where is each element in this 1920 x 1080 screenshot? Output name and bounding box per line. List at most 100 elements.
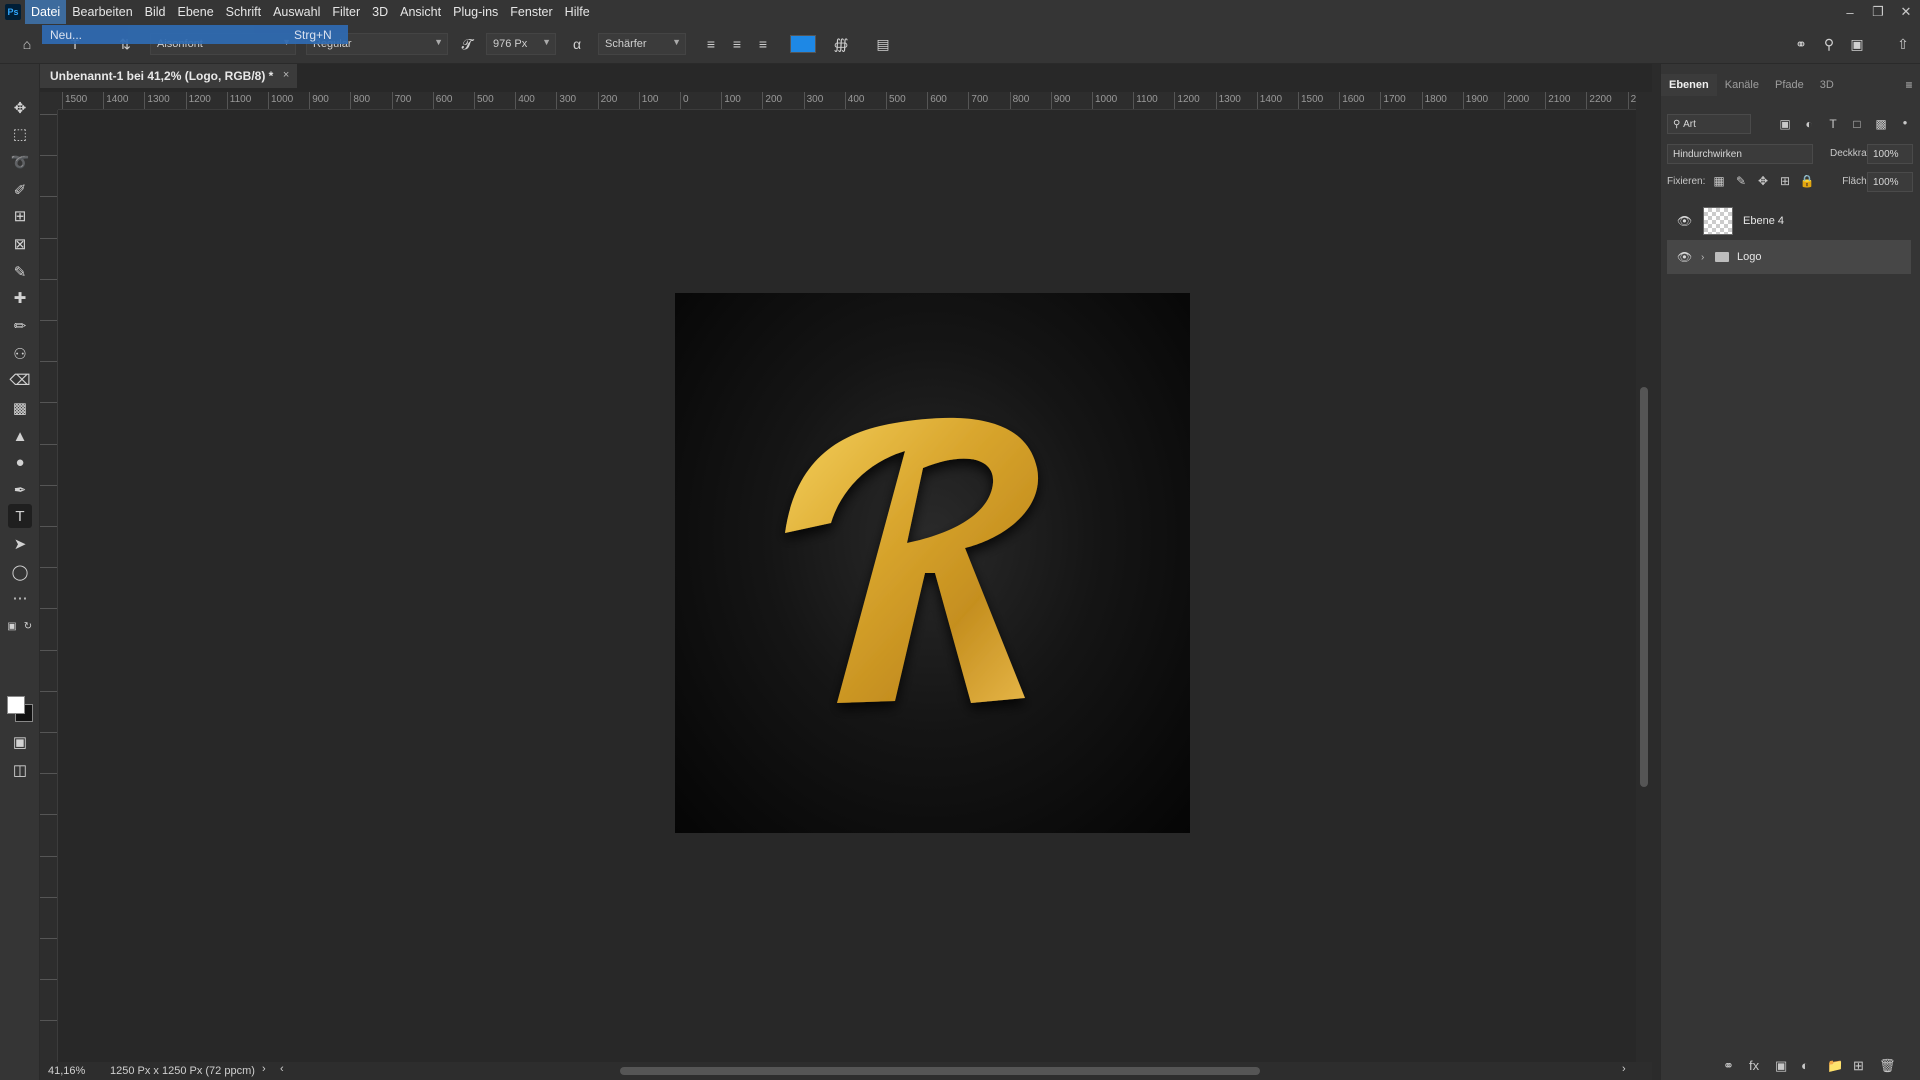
document-canvas[interactable] <box>675 293 1190 833</box>
screen-mode-icon[interactable]: ◫ <box>8 758 32 782</box>
eraser-tool-icon[interactable]: ⌫ <box>8 368 32 392</box>
zoom-level[interactable]: 41,16% <box>48 1065 85 1077</box>
close-window-icon[interactable]: ✕ <box>1892 0 1920 24</box>
default-colors-icon[interactable]: ▣ <box>4 614 20 638</box>
path-selection-tool-icon[interactable]: ➤ <box>8 532 32 556</box>
filter-pixel-icon[interactable]: ▣ <box>1777 116 1793 132</box>
lasso-tool-icon[interactable]: ➰ <box>8 150 32 174</box>
menu-filter[interactable]: Filter <box>326 0 366 24</box>
menu-hilfe[interactable]: Hilfe <box>559 0 596 24</box>
layer-style-icon[interactable]: fx <box>1749 1058 1759 1073</box>
ruler-tick <box>40 1020 57 1022</box>
add-mask-icon[interactable]: ▣ <box>1775 1058 1787 1074</box>
share-icon[interactable]: ⚭ <box>1790 33 1812 55</box>
tab-3d[interactable]: 3D <box>1812 74 1842 96</box>
layer-row-ebene-4[interactable]: 👁 Ebene 4 <box>1667 204 1911 238</box>
layer-filter-select[interactable]: ⚲ Art <box>1667 114 1751 134</box>
menu-bild[interactable]: Bild <box>139 0 172 24</box>
ruler-tick-label: 600 <box>435 94 453 105</box>
warp-text-icon[interactable]: ∰ <box>830 33 852 55</box>
vertical-scrollbar[interactable] <box>1636 92 1652 1062</box>
foreground-color-swatch[interactable] <box>7 696 25 714</box>
adjustment-layer-icon[interactable]: ◐ <box>1801 1058 1809 1073</box>
expand-group-icon[interactable]: › <box>1701 252 1704 263</box>
lock-position-icon[interactable]: ✥ <box>1755 173 1771 189</box>
opacity-input[interactable]: 100% <box>1867 144 1913 164</box>
visibility-eye-icon[interactable]: 👁 <box>1677 214 1692 228</box>
filter-toggle-icon[interactable]: ● <box>1897 114 1913 130</box>
filter-type-icon[interactable]: T <box>1825 116 1841 132</box>
new-group-icon[interactable]: 📁 <box>1827 1058 1843 1074</box>
visibility-eye-icon[interactable]: 👁 <box>1677 250 1692 264</box>
blur-tool-icon[interactable]: ▲ <box>8 424 32 448</box>
text-color-swatch[interactable] <box>790 35 816 53</box>
document-tab[interactable]: Unbenannt-1 bei 41,2% (Logo, RGB/8) * × <box>40 64 298 88</box>
lock-artboard-icon[interactable]: ⊞ <box>1777 173 1793 189</box>
brush-tool-icon[interactable]: ✏ <box>8 314 32 338</box>
menu-ebene[interactable]: Ebene <box>172 0 220 24</box>
search-icon[interactable]: ⚲ <box>1818 33 1840 55</box>
eyedropper-tool-icon[interactable]: ✎ <box>8 260 32 284</box>
align-left-icon[interactable]: ≡ <box>700 33 722 55</box>
more-tools-icon[interactable]: ⋯ <box>8 586 32 610</box>
scroll-left-icon[interactable]: ‹ <box>280 1063 284 1075</box>
ellipse-tool-icon[interactable]: ◯ <box>8 560 32 584</box>
fill-input[interactable]: 100% <box>1867 172 1913 192</box>
menu-plugins[interactable]: Plug-ins <box>447 0 504 24</box>
export-icon[interactable]: ⇧ <box>1892 33 1914 55</box>
lock-transparent-icon[interactable]: ▦ <box>1711 173 1727 189</box>
minimize-icon[interactable]: – <box>1836 0 1864 24</box>
menu-schrift[interactable]: Schrift <box>220 0 267 24</box>
antialias-select[interactable]: Schärfer ▼ <box>598 33 686 55</box>
pen-tool-icon[interactable]: ✒ <box>8 478 32 502</box>
healing-brush-tool-icon[interactable]: ✚ <box>8 286 32 310</box>
marquee-tool-icon[interactable]: ⬚ <box>8 122 32 146</box>
type-tool-icon[interactable]: T <box>8 504 32 528</box>
menu-fenster[interactable]: Fenster <box>504 0 558 24</box>
menu-auswahl[interactable]: Auswahl <box>267 0 326 24</box>
vertical-scroll-thumb[interactable] <box>1640 387 1648 787</box>
close-tab-icon[interactable]: × <box>283 69 289 81</box>
layer-row-logo[interactable]: 👁 › Logo <box>1667 240 1911 274</box>
ruler-tick <box>391 92 393 109</box>
frame-tool-icon[interactable]: ⊠ <box>8 232 32 256</box>
canvas-area[interactable] <box>58 110 1636 1062</box>
menu-ansicht[interactable]: Ansicht <box>394 0 447 24</box>
clone-stamp-tool-icon[interactable]: ⚇ <box>8 342 32 366</box>
filter-smartobject-icon[interactable]: ▩ <box>1873 116 1889 132</box>
horizontal-scroll-thumb[interactable] <box>620 1067 1260 1075</box>
restore-icon[interactable]: ❐ <box>1864 0 1892 24</box>
menu-3d[interactable]: 3D <box>366 0 394 24</box>
lock-image-icon[interactable]: ✎ <box>1733 173 1749 189</box>
gradient-tool-icon[interactable]: ▩ <box>8 396 32 420</box>
quick-mask-icon[interactable]: ▣ <box>8 730 32 754</box>
link-layers-icon[interactable]: ⚭ <box>1723 1058 1734 1074</box>
tab-ebenen[interactable]: Ebenen <box>1661 74 1717 96</box>
scroll-right-icon[interactable]: › <box>1622 1063 1626 1075</box>
swap-colors-icon[interactable]: ↻ <box>20 614 36 638</box>
font-size-select[interactable]: 976 Px ▼ <box>486 33 556 55</box>
character-panel-icon[interactable]: ▤ <box>872 33 894 55</box>
home-icon[interactable]: ⌂ <box>16 33 38 55</box>
align-center-icon[interactable]: ≡ <box>726 33 748 55</box>
align-right-icon[interactable]: ≡ <box>752 33 774 55</box>
filter-adjustment-icon[interactable]: ◐ <box>1801 116 1817 132</box>
menu-bearbeiten[interactable]: Bearbeiten <box>66 0 138 24</box>
dodge-tool-icon[interactable]: ● <box>8 450 32 474</box>
blend-mode-select[interactable]: Hindurchwirken <box>1667 144 1813 164</box>
workspace-icon[interactable]: ▣ <box>1846 33 1868 55</box>
tab-pfade[interactable]: Pfade <box>1767 74 1812 96</box>
move-tool-icon[interactable]: ✥ <box>8 96 32 120</box>
filter-shape-icon[interactable]: □ <box>1849 116 1865 132</box>
menu-item-new[interactable]: Neu... Strg+N <box>42 25 348 44</box>
delete-layer-icon[interactable]: 🗑 <box>1879 1058 1896 1074</box>
tab-kanaele[interactable]: Kanäle <box>1717 74 1767 96</box>
document-tab-bar: Unbenannt-1 bei 41,2% (Logo, RGB/8) * × <box>40 64 1636 88</box>
quick-selection-tool-icon[interactable]: ✐ <box>8 178 32 202</box>
menu-datei[interactable]: Datei <box>25 0 67 24</box>
crop-tool-icon[interactable]: ⊞ <box>8 204 32 228</box>
status-arrow-icon[interactable]: › <box>262 1063 266 1075</box>
ruler-tick <box>474 92 475 109</box>
panel-menu-icon[interactable]: ≡ <box>1901 77 1917 93</box>
new-layer-icon[interactable]: ⊞ <box>1853 1058 1864 1074</box>
